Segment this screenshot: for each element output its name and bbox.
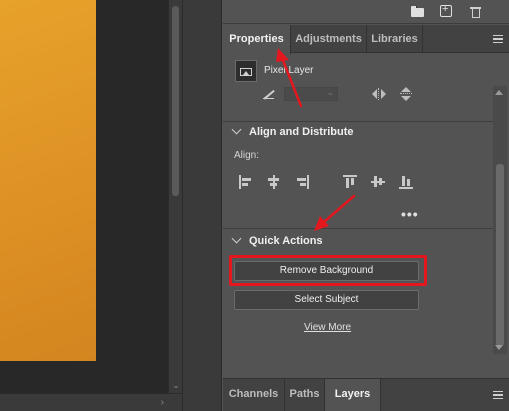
panel-menu-icon[interactable] [493, 391, 503, 399]
highlight-annotation [229, 255, 427, 286]
transform-row: ⌄ [263, 86, 443, 102]
panel-menu-icon[interactable] [493, 35, 503, 43]
align-bottom-edges-icon[interactable] [399, 175, 413, 189]
image-icon [235, 60, 257, 82]
align-right-edges-icon[interactable] [295, 175, 309, 189]
canvas-vertical-scrollbar[interactable]: ⌄ [168, 0, 182, 393]
layer-type-label: Pixel Layer [264, 65, 314, 76]
canvas-vertical-scroll-thumb[interactable] [172, 6, 179, 196]
align-vertical-centers-icon[interactable] [371, 175, 385, 189]
view-more-link[interactable]: View More [304, 322, 351, 333]
align-left-edges-icon[interactable] [239, 175, 253, 189]
flip-vertical-icon[interactable] [400, 87, 412, 101]
canvas-horizontal-scrollbar[interactable]: › [0, 393, 182, 411]
rotation-angle-input[interactable]: ⌄ [284, 87, 338, 101]
canvas-image[interactable] [0, 0, 96, 361]
tab-libraries[interactable]: Libraries [367, 25, 423, 53]
flip-horizontal-icon[interactable] [372, 88, 386, 100]
tab-paths[interactable]: Paths [285, 379, 325, 411]
align-section-header[interactable]: Align and Distribute [231, 124, 354, 142]
panel-dock-gutter [182, 0, 222, 411]
layers-toolbar [223, 0, 509, 24]
scroll-up-icon[interactable] [495, 90, 503, 95]
angle-icon [263, 88, 275, 100]
panel-scrollbar[interactable] [493, 86, 507, 354]
align-section-title: Align and Distribute [249, 126, 354, 138]
scroll-down-icon[interactable]: ⌄ [171, 380, 181, 390]
align-top-edges-icon[interactable] [343, 175, 357, 189]
tab-channels[interactable]: Channels [223, 379, 285, 411]
section-divider [223, 228, 493, 229]
properties-panel: Properties Adjustments Libraries Pixel L… [223, 0, 509, 411]
bottom-tab-bar: Channels Paths Layers [223, 378, 509, 411]
quick-actions-header[interactable]: Quick Actions [231, 233, 323, 251]
document-canvas[interactable] [0, 0, 168, 393]
panel-tab-bar: Properties Adjustments Libraries [223, 25, 509, 54]
trash-icon[interactable] [469, 4, 483, 18]
align-label: Align: [234, 150, 260, 161]
tab-layers[interactable]: Layers [325, 379, 381, 411]
align-horizontal-centers-icon[interactable] [267, 175, 281, 189]
quick-actions-title: Quick Actions [249, 235, 323, 247]
panel-scroll-thumb[interactable] [496, 164, 504, 346]
scroll-right-icon[interactable]: › [161, 397, 164, 408]
scroll-down-icon[interactable] [495, 345, 503, 350]
more-options-icon[interactable]: ••• [401, 206, 419, 222]
chevron-down-icon [231, 233, 242, 244]
folder-icon[interactable] [411, 4, 425, 18]
new-layer-icon[interactable] [440, 3, 452, 17]
tab-properties[interactable]: Properties [223, 25, 291, 54]
chevron-down-icon [231, 124, 242, 135]
tab-adjustments[interactable]: Adjustments [291, 25, 367, 53]
select-subject-button[interactable]: Select Subject [234, 290, 419, 310]
section-divider [223, 121, 493, 122]
